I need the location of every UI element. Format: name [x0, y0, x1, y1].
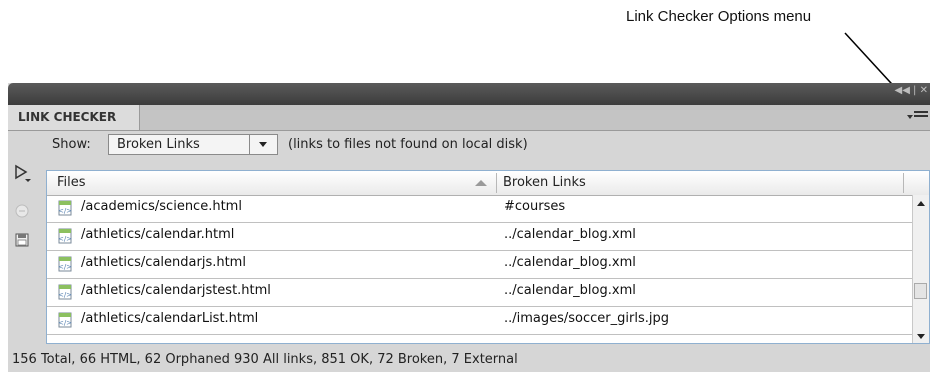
svg-text:</>: </> [58, 263, 72, 271]
table-row[interactable]: </> /athletics/calendarList.html ../imag… [47, 307, 915, 335]
table-header: Files Broken Links [47, 171, 929, 196]
chevron-down-icon [259, 142, 267, 147]
callout-label: Link Checker Options menu [626, 8, 812, 25]
broken-link[interactable]: ../calendar_blog.xml [504, 283, 636, 298]
html-file-icon: </> [58, 200, 72, 216]
panel-title-bar: ◀◀ | ✕ [8, 83, 930, 105]
svg-text:</>: </> [58, 235, 72, 243]
file-path: /athletics/calendarList.html [81, 311, 259, 326]
file-path: /athletics/calendarjstest.html [81, 283, 271, 298]
status-bar: 156 Total, 66 HTML, 62 Orphaned 930 All … [8, 347, 930, 372]
table-row[interactable]: </> /academics/science.html #courses [47, 195, 915, 223]
scroll-thumb[interactable] [914, 283, 927, 299]
sort-ascending-icon [475, 180, 487, 186]
file-path: /academics/science.html [81, 199, 242, 214]
show-label: Show: [52, 137, 91, 152]
table-row[interactable]: </> /athletics/calendarjstest.html ../ca… [47, 279, 915, 307]
show-description: (links to files not found on local disk) [288, 137, 528, 152]
file-path: /athletics/calendar.html [81, 227, 235, 242]
tab-link-checker[interactable]: LINK CHECKER [8, 105, 140, 130]
show-select[interactable]: Broken Links [108, 134, 278, 155]
link-checker-panel: ◀◀ | ✕ LINK CHECKER Show: Broken Links (… [8, 83, 930, 372]
broken-link[interactable]: #courses [504, 199, 565, 214]
options-menu-icon[interactable] [907, 111, 928, 123]
status-summary: 156 Total, 66 HTML, 62 Orphaned 930 All … [12, 352, 518, 367]
results-table: Files Broken Links </> /academics/scienc… [46, 170, 930, 344]
broken-link[interactable]: ../calendar_blog.xml [504, 255, 636, 270]
table-row[interactable]: </> /athletics/calendar.html ../calendar… [47, 223, 915, 251]
broken-link[interactable]: ../calendar_blog.xml [504, 227, 636, 242]
show-select-value: Broken Links [117, 137, 200, 152]
column-header-broken-links[interactable]: Broken Links [503, 175, 586, 190]
html-file-icon: </> [58, 284, 72, 300]
panel-collapse-icon[interactable]: ◀◀ | ✕ [895, 85, 929, 96]
panel-tab-row: LINK CHECKER [8, 105, 930, 131]
svg-text:</>: </> [58, 319, 72, 327]
html-file-icon: </> [58, 312, 72, 328]
show-filter-row: Show: Broken Links (links to files not f… [8, 131, 930, 159]
column-header-files[interactable]: Files [57, 175, 86, 190]
save-icon[interactable] [12, 229, 34, 251]
broken-link[interactable]: ../images/soccer_girls.jpg [504, 311, 669, 326]
svg-text:</>: </> [58, 207, 72, 215]
table-row[interactable]: </> /athletics/calendarjs.html ../calend… [47, 251, 915, 279]
file-path: /athletics/calendarjs.html [81, 255, 246, 270]
scroll-down-icon[interactable] [917, 334, 925, 339]
html-file-icon: </> [58, 228, 72, 244]
play-icon[interactable] [12, 163, 34, 185]
stop-icon[interactable] [12, 200, 34, 222]
svg-text:</>: </> [58, 291, 72, 299]
html-file-icon: </> [58, 256, 72, 272]
scroll-up-icon[interactable] [917, 201, 925, 206]
vertical-scrollbar[interactable] [912, 195, 929, 343]
